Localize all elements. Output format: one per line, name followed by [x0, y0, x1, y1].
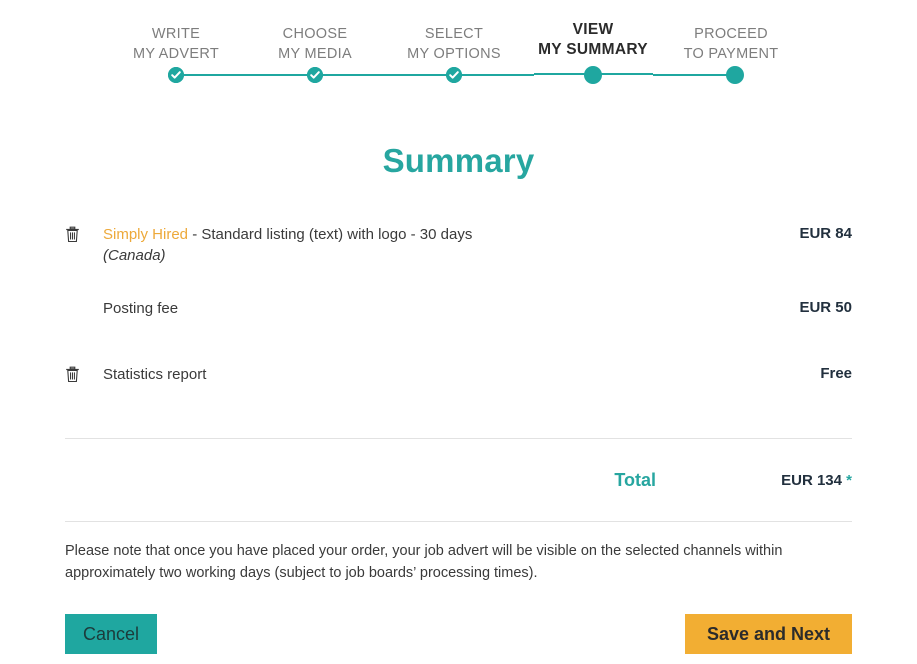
- total-value: EUR 134 *: [762, 472, 852, 489]
- stepper-rail-6: [653, 74, 735, 76]
- summary-item-detail: Statistics report: [103, 366, 207, 383]
- summary-item-row: Posting fee EUR 50: [65, 298, 852, 328]
- order-note: Please note that once you have placed yo…: [65, 543, 783, 581]
- summary-item-price: EUR 50: [799, 299, 852, 316]
- summary-item-subtext: (Canada): [103, 247, 166, 264]
- summary-item-detail: - Standard listing (text) with logo - 30…: [188, 226, 473, 243]
- stepper-rail-5: [593, 73, 653, 75]
- summary-item-price: EUR 84: [799, 225, 852, 242]
- total-amount: EUR 134: [781, 471, 842, 489]
- summary-item-row: Statistics report Free: [65, 364, 852, 394]
- stepper-step-proceed-to-payment[interactable]: PROCEED TO PAYMENT: [646, 24, 816, 64]
- stepper-rail-1: [176, 74, 315, 76]
- stepper-node-check-1[interactable]: [168, 67, 184, 83]
- total-asterisk: *: [846, 471, 852, 489]
- total-row: Total EUR 134 *: [65, 439, 852, 521]
- stepper-node-upcoming[interactable]: [726, 66, 744, 84]
- divider-below-total: [65, 521, 852, 522]
- trash-icon[interactable]: [65, 366, 103, 388]
- trash-icon[interactable]: [65, 226, 103, 248]
- summary-items-list: Simply Hired - Standard listing (text) w…: [65, 224, 852, 394]
- total-label: Total: [614, 469, 656, 490]
- remove-item-cell: [65, 364, 103, 388]
- summary-item-row: Simply Hired - Standard listing (text) w…: [65, 224, 852, 266]
- stepper-rail-3: [454, 74, 534, 76]
- summary-item-price: Free: [820, 365, 852, 382]
- stepper-step-5-line1: PROCEED: [694, 26, 768, 42]
- stepper-node-active[interactable]: [584, 66, 602, 84]
- summary-item-description: Statistics report: [103, 364, 662, 385]
- summary-item-description: Posting fee: [103, 298, 662, 319]
- stepper-rail-2: [315, 74, 454, 76]
- stepper-step-5-line2: TO PAYMENT: [683, 46, 779, 62]
- form-actions: Cancel Save and Next: [65, 614, 852, 654]
- summary-item-brand[interactable]: Simply Hired: [103, 226, 188, 243]
- summary-item-description: Simply Hired - Standard listing (text) w…: [103, 224, 662, 266]
- summary-item-detail: Posting fee: [103, 300, 179, 317]
- stepper-node-check-3[interactable]: [446, 67, 462, 83]
- page-title: Summary: [382, 142, 535, 179]
- cancel-button[interactable]: Cancel: [65, 614, 158, 654]
- remove-item-cell: [65, 298, 103, 300]
- remove-item-cell: [65, 224, 103, 248]
- stepper-node-check-2[interactable]: [307, 67, 323, 83]
- save-and-next-button[interactable]: Save and Next: [684, 614, 852, 654]
- progress-stepper: WRITE MY ADVERT CHOOSE MY MEDIA SELECT M…: [0, 0, 917, 100]
